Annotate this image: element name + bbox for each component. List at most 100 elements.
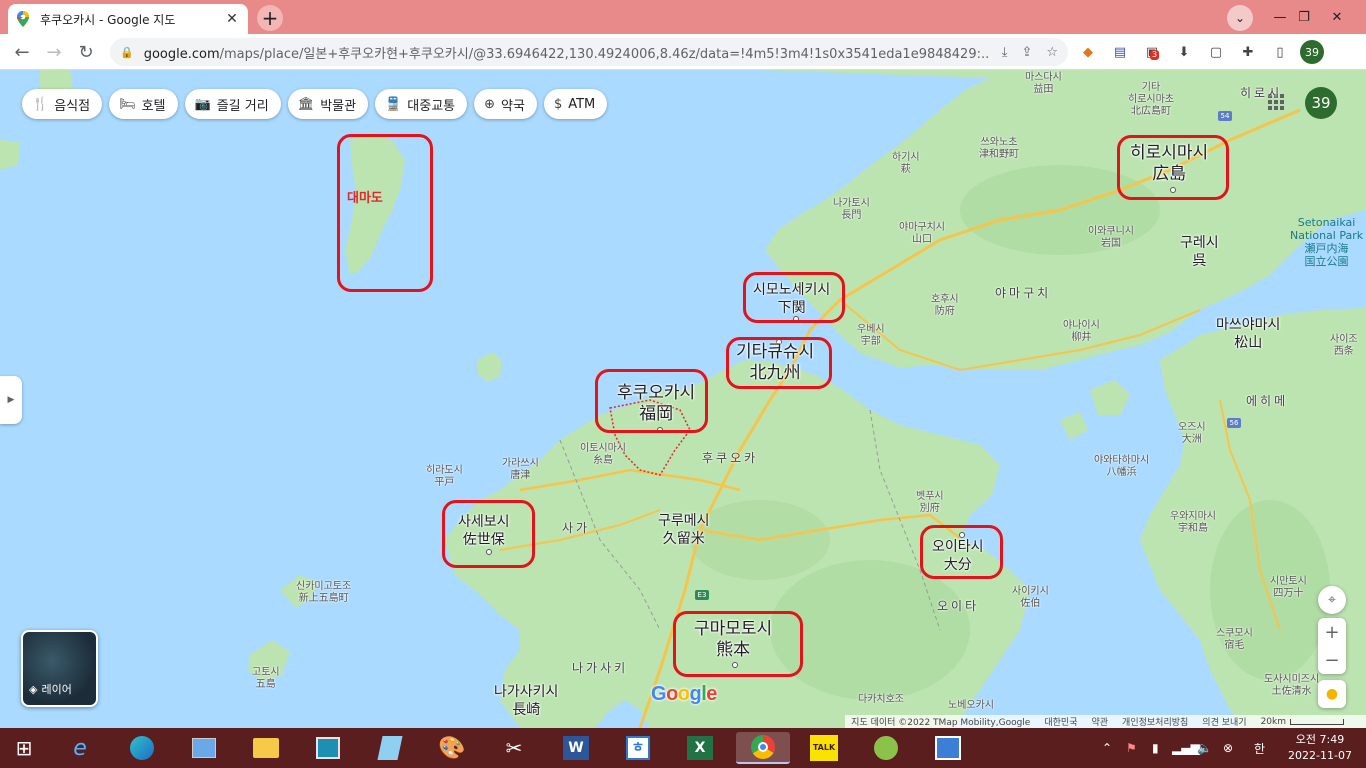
restore-button[interactable]: ❐ <box>1287 0 1321 34</box>
map-city-nagasaki: 나가사키시 長崎 <box>494 684 559 718</box>
annotation-box-tsushima <box>337 134 433 292</box>
browser-tab[interactable]: 후쿠오카시 - Google 지도 ✕ <box>8 4 248 34</box>
edge-icon[interactable] <box>126 732 158 764</box>
bed-icon: 🛏 <box>119 96 136 112</box>
map-label-setonaikai-park: Setonaikai National Park 瀬戸内海 国立公園 <box>1290 216 1364 268</box>
chip-things-to-do[interactable]: 📷 즐길 거리 <box>184 89 281 119</box>
hangul-word-icon[interactable]: ㅎ <box>622 732 654 764</box>
ime-indicator[interactable]: 한 <box>1254 728 1265 768</box>
map-canvas[interactable]: 🍴 음식점 🛏 호텔 📷 즐길 거리 🏛 박물관 🚆 대중교통 ⊕ 약국 $ ATM 39 ▶… <box>0 70 1366 728</box>
map-label-saiki: 사이키시 佐伯 <box>1012 586 1049 609</box>
download-shield-icon[interactable]: ⬇ <box>1174 42 1194 62</box>
train-icon: 🚆 <box>385 96 402 112</box>
map-attribution-bar: 지도 데이터 ©2022 TMap Mobility,Google 대한민국 약… <box>845 715 1366 728</box>
chip-label: 박물관 <box>320 98 357 114</box>
volume-icon[interactable]: 🔈 <box>1197 728 1212 768</box>
paint-palette-icon[interactable]: 🎨 <box>436 732 468 764</box>
side-panel-icon[interactable]: ▯ <box>1270 42 1290 62</box>
metamask-fox-icon[interactable]: ◆ <box>1078 42 1098 62</box>
map-label-itoshima: 이토시마시 糸島 <box>580 443 626 466</box>
annotation-label-tsushima: 대마도 <box>347 191 383 206</box>
file-explorer-icon[interactable] <box>250 732 282 764</box>
chip-label: 음식점 <box>54 98 91 114</box>
extension-chart-icon[interactable]: ▤ <box>1110 42 1130 62</box>
snipping-tool-icon[interactable]: ✂ <box>498 732 530 764</box>
address-bar[interactable]: 🔒 google.com/maps/place/일본+후쿠오카현+후쿠오카시/@… <box>110 38 1068 66</box>
lock-icon[interactable]: 🔒 <box>120 46 134 59</box>
reload-icon[interactable]: ↻ <box>74 40 98 64</box>
browser-profile-avatar[interactable]: 39 <box>1300 40 1324 64</box>
share-icon[interactable]: ⇪ <box>1021 45 1032 60</box>
excel-icon[interactable]: X <box>684 732 716 764</box>
back-arrow-icon[interactable]: ← <box>10 40 34 64</box>
map-city-shimonoseki: 시모노세키시 下関 <box>753 282 831 316</box>
media-player-icon[interactable] <box>932 732 964 764</box>
country-link[interactable]: 대한민국 <box>1044 715 1077 728</box>
extensions-puzzle-icon[interactable]: ✚ <box>1238 42 1258 62</box>
control-panel-icon[interactable] <box>188 732 220 764</box>
google-maps-pin-icon <box>17 11 29 27</box>
tab-search-chevron-icon[interactable]: ⌄ <box>1227 5 1253 31</box>
store-icon[interactable] <box>870 732 902 764</box>
new-tab-button[interactable]: + <box>257 5 283 31</box>
tab-title: 후쿠오카시 - Google 지도 <box>40 12 176 27</box>
map-region-nagasaki: 나가사키 <box>572 661 629 675</box>
chip-label: ATM <box>568 96 596 112</box>
zoom-controls: + − <box>1318 618 1346 674</box>
zoom-out-button[interactable]: − <box>1318 646 1346 674</box>
layers-icon: ◈ <box>29 682 38 696</box>
battery-icon[interactable]: ▮ <box>1152 728 1159 768</box>
map-region-fukuoka: 후쿠오카 <box>702 451 759 465</box>
taskbar-clock[interactable]: 오전 7:49 2022-11-07 <box>1280 732 1360 764</box>
clock-time: 오전 7:49 <box>1295 733 1345 746</box>
notification-off-icon[interactable]: ⊗ <box>1223 728 1233 768</box>
terms-link[interactable]: 약관 <box>1091 715 1108 728</box>
url-text: google.com/maps/place/일본+후쿠오카현+후쿠오카시/@33… <box>143 46 988 62</box>
map-region-ehime: 에히메 <box>1246 394 1289 408</box>
windows-taskbar: ⊞ e 🎨 ✂ W ㅎ X TALK ⌃ ⚑ ▮ ▂▄▆ 🔈 ⊗ 한 오전 7:… <box>0 728 1366 768</box>
my-location-button[interactable]: ⌖ <box>1318 586 1346 614</box>
zoom-in-button[interactable]: + <box>1318 618 1346 646</box>
send-feedback-link[interactable]: 의견 보내기 <box>1202 715 1246 728</box>
network-signal-icon[interactable]: ▂▄▆ <box>1172 728 1200 768</box>
install-app-icon[interactable]: ⤓ <box>1002 45 1008 60</box>
windows-start-icon[interactable]: ⊞ <box>8 732 40 764</box>
extension-badge-icon[interactable]: ▣3 <box>1142 42 1162 62</box>
map-label-saijo: 사이조 西条 <box>1330 334 1358 357</box>
chip-label: 호텔 <box>141 98 166 114</box>
chrome-icon[interactable] <box>736 732 790 764</box>
notepad-icon[interactable] <box>374 732 406 764</box>
street-view-pegman-icon[interactable]: ● <box>1318 680 1346 708</box>
word-icon[interactable]: W <box>560 732 592 764</box>
close-tab-icon[interactable]: ✕ <box>224 11 240 27</box>
chip-hotels[interactable]: 🛏 호텔 <box>109 89 178 119</box>
map-label-beppu: 벳푸시 別府 <box>916 491 944 514</box>
bookmark-star-icon[interactable]: ☆ <box>1046 45 1058 60</box>
map-label-karatsu: 가라쓰시 唐津 <box>502 458 539 481</box>
chip-restaurants[interactable]: 🍴 음식점 <box>22 89 103 119</box>
map-label-iwakuni: 이와쿠니시 岩国 <box>1088 226 1134 249</box>
forward-arrow-icon[interactable]: → <box>42 40 66 64</box>
chip-transit[interactable]: 🚆 대중교통 <box>375 89 468 119</box>
privacy-link[interactable]: 개인정보처리방침 <box>1122 715 1188 728</box>
photos-icon[interactable] <box>312 732 344 764</box>
show-hidden-icons-chevron-icon[interactable]: ⌃ <box>1102 728 1112 768</box>
chip-museums[interactable]: 🏛 박물관 <box>287 89 369 119</box>
extension-grey-icon[interactable]: ▢ <box>1206 42 1226 62</box>
close-window-button[interactable]: ✕ <box>1320 0 1354 34</box>
account-avatar[interactable]: 39 <box>1305 87 1337 119</box>
clock-date: 2022-11-07 <box>1288 749 1352 762</box>
layers-button[interactable]: ◈ 레이어 <box>21 630 98 707</box>
map-label-hirado: 히라도시 平戸 <box>426 465 463 488</box>
map-region-hiroshima: 히로시 <box>1240 86 1283 100</box>
map-city-kitakyushu: 기타큐슈시 北九州 <box>736 342 815 383</box>
map-label-ube: 우베시 宇部 <box>857 324 885 347</box>
chip-atm[interactable]: $ ATM <box>543 89 608 119</box>
map-scale[interactable]: 20km <box>1261 717 1344 727</box>
kakaotalk-icon[interactable]: TALK <box>808 732 840 764</box>
map-label-nagato: 나가토시 長門 <box>833 198 870 221</box>
internet-explorer-icon[interactable]: e <box>64 732 96 764</box>
chip-pharmacy[interactable]: ⊕ 약국 <box>474 89 537 119</box>
no-network-flag-icon[interactable]: ⚑ <box>1126 728 1137 768</box>
expand-side-panel-icon[interactable]: ▶ <box>0 376 22 424</box>
